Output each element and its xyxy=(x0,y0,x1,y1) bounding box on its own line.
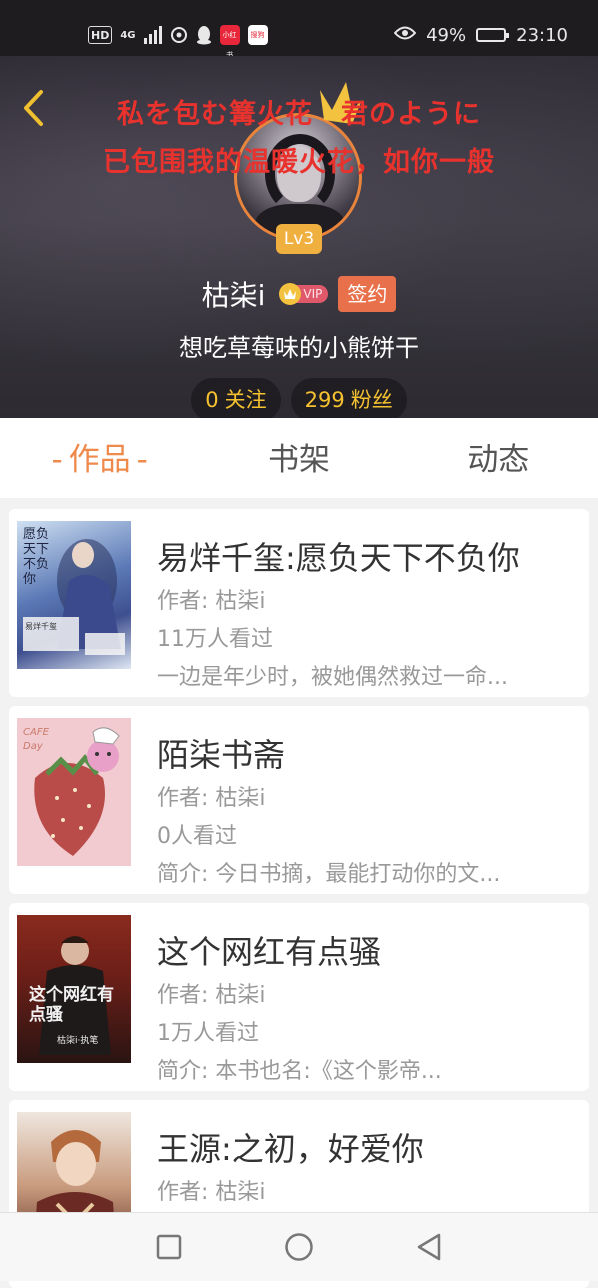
work-author: 作者: 枯柒i xyxy=(157,1180,266,1205)
tab-activity[interactable]: 动态 xyxy=(399,418,598,498)
tab-works-label: 作品 xyxy=(68,442,131,478)
qq-icon xyxy=(196,25,212,45)
following-label: 关注 xyxy=(224,388,267,412)
work-card[interactable]: CAFE Day 陌柒书斋 作者: 枯柒i 0人看过 简介: 今日书摘，最能打动… xyxy=(9,706,589,894)
book-cover: 愿负天下 不负你 易烊千玺 xyxy=(17,521,131,669)
hd-network-icon: HD xyxy=(88,26,113,44)
signed-badge: 签约 xyxy=(338,276,397,312)
work-title: 这个网红有点骚 xyxy=(157,933,382,971)
name-row: 枯柒i VIP 签约 xyxy=(0,274,598,314)
signature-line-2: 已包围我的温暖火花，如你一般 xyxy=(103,147,495,178)
vip-badge[interactable]: VIP xyxy=(279,283,329,305)
followers-label: 粉丝 xyxy=(350,388,393,412)
work-title: 王源:之初，好爱你 xyxy=(157,1130,424,1168)
cover-text: 这个网红有点骚 xyxy=(29,985,114,1025)
stats-row: 0 关注 299 粉丝 xyxy=(0,378,598,418)
nav-back-button[interactable] xyxy=(411,1229,447,1265)
work-title: 易烊千玺:愿负天下不负你 xyxy=(157,539,520,577)
tab-bookshelf-label: 书架 xyxy=(267,442,330,478)
clock: 23:10 xyxy=(516,24,568,46)
recent-apps-icon xyxy=(156,1234,182,1260)
cover-text: CAFE Day xyxy=(23,727,49,752)
work-description: 简介: 今日书摘，最能打动你的文... xyxy=(157,862,501,887)
level-badge: Lv3 xyxy=(276,224,322,254)
work-views: 11万人看过 xyxy=(157,627,273,652)
bio: 想吃草莓味的小熊饼干 xyxy=(179,334,419,362)
xiaohongshu-icon: 小红书 xyxy=(219,25,240,59)
recent-apps-button[interactable] xyxy=(151,1229,187,1265)
system-nav-bar xyxy=(0,1212,598,1281)
book-cover: 这个网红有点骚 枯柒i·执笔 xyxy=(17,915,131,1063)
work-author: 作者: 枯柒i xyxy=(157,983,266,1008)
profile-tabs: - 作品 - 书架 动态 xyxy=(0,418,598,498)
nickname: 枯柒i xyxy=(201,279,266,312)
tab-works[interactable]: - 作品 - xyxy=(0,418,199,498)
cover-caption: 枯柒i·执笔 xyxy=(57,1036,99,1046)
book-cover: CAFE Day xyxy=(17,718,131,866)
sogou-icon: 搜狗 xyxy=(247,25,268,45)
work-author: 作者: 枯柒i xyxy=(157,589,266,614)
eye-comfort-icon xyxy=(393,25,417,46)
cover-caption: 易烊千玺 xyxy=(25,622,57,631)
work-card[interactable]: 愿负天下 不负你 易烊千玺 易烊千玺:愿负天下不负你 作者: 枯柒i 11万人看… xyxy=(9,509,589,697)
work-views: 1万人看过 xyxy=(157,1021,259,1046)
followers-button[interactable]: 299 粉丝 xyxy=(290,378,407,418)
profile-header: 私を包む篝火花 君のように 已包围我的温暖火花，如你一般 Lv3 枯柒i VIP… xyxy=(0,56,598,418)
work-description: 简介: 本书也名:《这个影帝... xyxy=(157,1059,442,1084)
home-button[interactable] xyxy=(281,1229,317,1265)
signal-strength-icon xyxy=(143,26,162,44)
tab-activity-label: 动态 xyxy=(467,442,530,478)
work-author: 作者: 枯柒i xyxy=(157,786,266,811)
work-card[interactable]: 这个网红有点骚 枯柒i·执笔 这个网红有点骚 作者: 枯柒i 1万人看过 简介:… xyxy=(9,903,589,1091)
following-button[interactable]: 0 关注 xyxy=(191,378,281,418)
home-icon xyxy=(285,1233,313,1261)
network-type-label: 4G xyxy=(120,29,136,41)
status-left: HD 4G 小红书 搜狗 xyxy=(88,25,268,59)
cover-text: 愿负天下 不负你 xyxy=(23,527,50,587)
followers-count: 299 xyxy=(304,388,345,412)
work-description: 一边是年少时，被她偶然救过一命... xyxy=(157,665,508,690)
status-right: 49% 23:10 xyxy=(393,24,568,46)
battery-percent: 49% xyxy=(426,24,467,46)
battery-icon xyxy=(476,28,510,42)
netease-music-icon xyxy=(170,25,188,45)
back-icon xyxy=(417,1233,441,1261)
work-title: 陌柒书斋 xyxy=(157,736,286,774)
signature-line-1: 私を包む篝火花 君のように xyxy=(117,99,481,130)
tab-bookshelf[interactable]: 书架 xyxy=(199,418,398,498)
work-views: 0人看过 xyxy=(157,824,237,849)
following-count: 0 xyxy=(205,388,219,412)
